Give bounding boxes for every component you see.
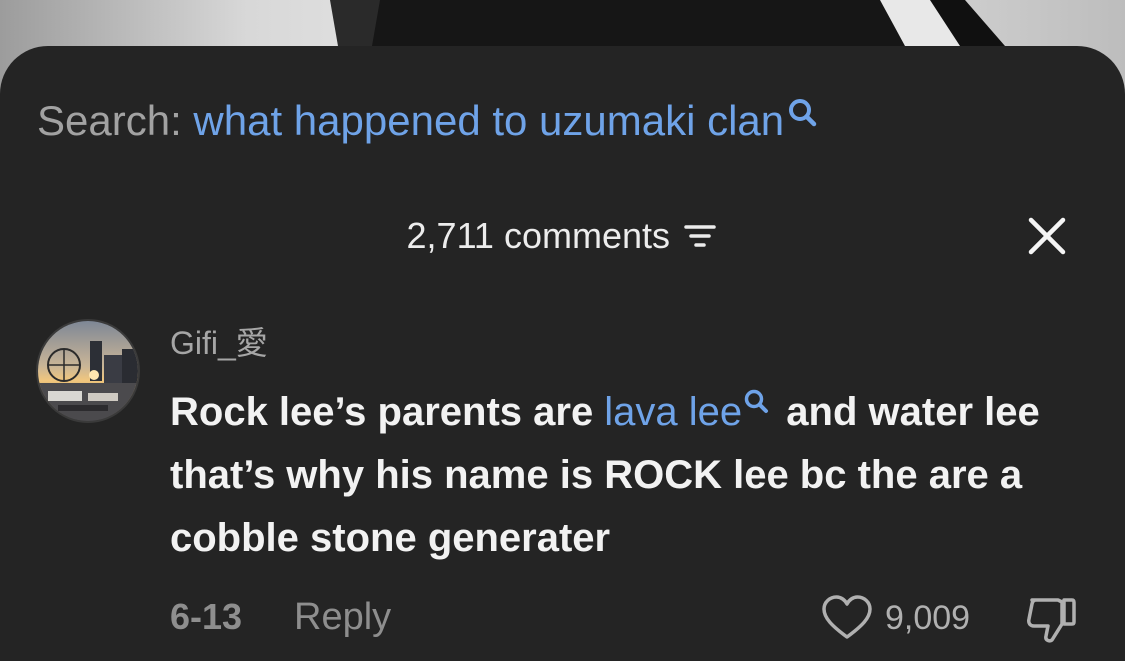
- comment-text-part-1: Rock lee’s parents are: [170, 390, 605, 434]
- thumbs-down-icon[interactable]: [1024, 594, 1078, 646]
- heart-icon[interactable]: [820, 594, 874, 642]
- sort-icon[interactable]: [682, 221, 718, 251]
- search-query-link[interactable]: what happened to uzumaki clan: [193, 97, 784, 144]
- like-count: 9,009: [885, 599, 971, 637]
- search-icon: [789, 99, 817, 127]
- comment-date: 6-13: [170, 596, 243, 637]
- close-icon[interactable]: [1022, 211, 1072, 261]
- avatar-image: [38, 321, 138, 421]
- search-suggestion[interactable]: Search: what happened to uzumaki clan: [37, 96, 820, 146]
- comments-header: 2,711 comments: [0, 212, 1125, 260]
- inline-search-icon[interactable]: [743, 389, 771, 417]
- search-prefix: Search:: [37, 97, 182, 144]
- comment-search-link[interactable]: lava lee: [604, 390, 742, 434]
- comment-text: Rock lee’s parents are lava lee and wate…: [170, 381, 1090, 570]
- comment-username[interactable]: Gifi_愛: [170, 323, 268, 363]
- comment-count: 2,711 comments: [406, 215, 670, 256]
- avatar[interactable]: [36, 319, 140, 423]
- reply-button[interactable]: Reply: [294, 595, 391, 639]
- screen: Search: what happened to uzumaki clan 2,…: [0, 0, 1125, 661]
